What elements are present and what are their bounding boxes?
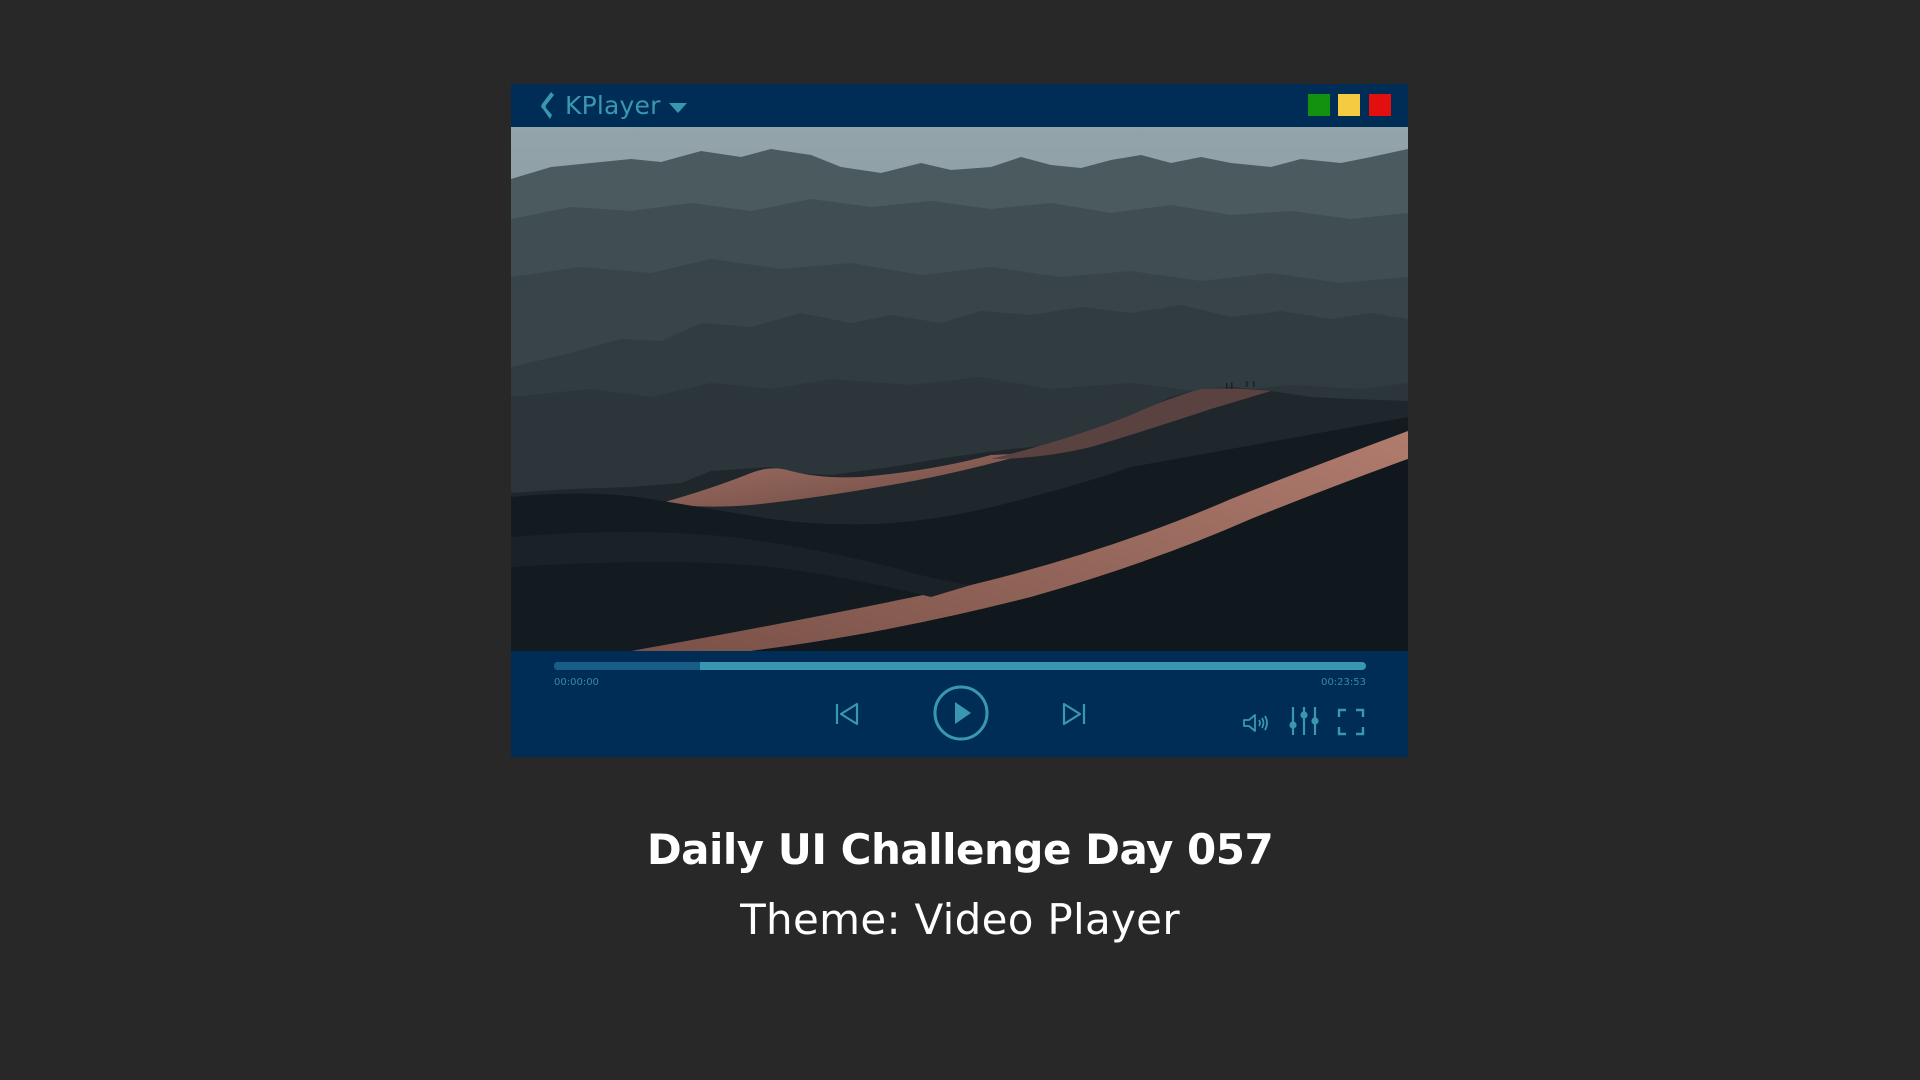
volume-icon[interactable] — [1242, 712, 1270, 734]
minimize-button[interactable] — [1338, 94, 1360, 116]
page-title: Daily UI Challenge Day 057 — [646, 825, 1274, 874]
desert-dunes-landscape — [511, 127, 1408, 651]
page-subtitle: Theme: Video Player — [740, 895, 1180, 944]
seek-bar[interactable] — [554, 662, 1366, 670]
play-circle-icon[interactable] — [931, 683, 991, 743]
current-time: 00:00:00 — [554, 677, 599, 688]
maximize-button[interactable] — [1308, 94, 1330, 116]
equalizer-icon[interactable] — [1287, 705, 1321, 737]
kplayer-logo-icon — [541, 91, 554, 119]
skip-previous-icon[interactable] — [833, 701, 861, 727]
video-player-window: KPlayer 00:00:00 00:23:53 — [511, 84, 1408, 757]
skip-next-icon[interactable] — [1060, 701, 1088, 727]
close-button[interactable] — [1369, 94, 1391, 116]
title-bar: KPlayer — [511, 84, 1408, 127]
fullscreen-icon[interactable] — [1337, 708, 1365, 736]
app-menu[interactable]: KPlayer — [539, 89, 688, 122]
video-viewport[interactable] — [511, 127, 1408, 651]
caret-down-icon[interactable] — [668, 101, 688, 115]
app-title: KPlayer — [565, 91, 661, 120]
total-time: 00:23:53 — [1321, 677, 1366, 688]
progress-fill — [554, 662, 701, 670]
control-bar: 00:00:00 00:23:53 — [511, 651, 1408, 757]
